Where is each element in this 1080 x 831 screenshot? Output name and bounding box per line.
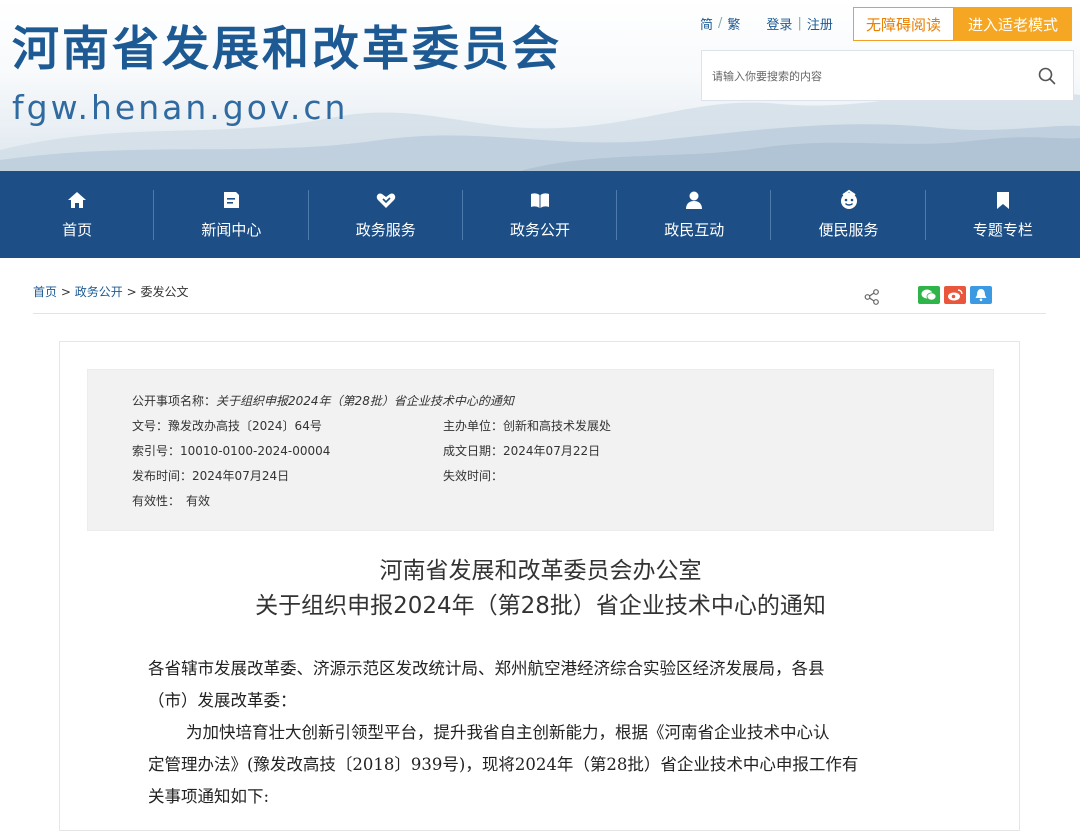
nav-label-convenience: 便民服务 [818,221,879,239]
nav-item-home[interactable]: 首页 [0,171,155,258]
meta-host-unit-value: 创新和高技术发展处 [503,419,612,433]
service-icon [840,189,857,209]
meta-label: 有效性： [132,494,181,508]
body-line: 各省辖市发展改革委、济源示范区发改统计局、郑州航空港经济综合实验区经济发展局，各… [148,659,825,678]
accessible-reading-button[interactable]: 无障碍阅读 [853,7,954,41]
home-icon [68,192,87,208]
meta-label: 索引号： [132,444,181,458]
bookmark-icon [996,192,1009,209]
meta-label: 文号： [132,419,169,433]
meta-label: 发布时间： [132,469,193,483]
body-line: 为加快培育壮大创新引领型平台，提升我省自主创新能力，根据《河南省企业技术中心认 [186,723,830,742]
meta-item-name-value: 关于组织申报2024年（第28批）省企业技术中心的通知 [216,394,514,408]
meta-index-no-value: 10010-0100-2024-00004 [180,444,331,458]
search-input[interactable] [712,65,1012,87]
meta-index-no: 索引号：10010-0100-2024-00004 [132,442,330,459]
nav-item-news[interactable]: 新闻中心 [154,171,309,258]
nav-label-gov-service: 政务服务 [355,221,416,239]
social-share-group [918,286,992,304]
share-icon[interactable] [863,288,881,306]
meta-label: 主办单位： [443,419,504,433]
meta-host-unit: 主办单位：创新和高技术发展处 [443,417,611,434]
meta-date-written: 成文日期：2024年07月22日 [443,442,600,459]
breadcrumb-separator: > [126,285,137,299]
nav-label-gov-open: 政务公开 [509,221,570,239]
nav-label-home: 首页 [62,221,93,239]
nav-item-gov-service[interactable]: 政务服务 [309,171,463,258]
qzone-icon[interactable] [970,286,992,304]
lang-simplified-link[interactable]: 简 [700,14,713,33]
breadcrumb-current: 委发公文 [140,285,189,299]
lang-separator: / [718,16,723,31]
meta-doc-no: 文号：豫发改办高技〔2024〕64号 [132,417,322,434]
body-line: 关事项通知如下: [148,787,270,806]
meta-validity: 有效性： 有效 [132,492,210,509]
nav-item-interaction[interactable]: 政民互动 [617,171,772,258]
elder-mode-button[interactable]: 进入适老模式 [954,7,1072,41]
meta-expire-time: 失效时间： [443,467,503,484]
meta-label: 成文日期： [443,444,504,458]
meta-doc-no-value: 豫发改办高技〔2024〕64号 [168,419,322,433]
doc-title-line-1: 河南省发展和改革委员会办公室 [379,558,702,584]
auth-separator: | [797,16,802,31]
handshake-icon [376,193,395,208]
main-nav: 首页 新闻中心 政务服务 政务公开 政民互动 便民服务 专题专栏 [0,171,1080,258]
nav-label-special: 专题专栏 [972,221,1033,239]
doc-metadata-panel: 公开事项名称：关于组织申报2024年（第28批）省企业技术中心的通知 文号：豫发… [87,369,994,531]
doc-title-line-2: 关于组织申报2024年（第28批）省企业技术中心的通知 [255,593,826,619]
meta-label: 失效时间： [443,469,504,483]
body-line: （市）发展改革委： [148,691,297,710]
breadcrumb-gov-open[interactable]: 政务公开 [75,285,123,299]
login-link[interactable]: 登录 [766,14,792,33]
site-title: 河南省发展和改革委员会 [12,22,562,77]
meta-publish-time: 发布时间：2024年07月24日 [132,467,289,484]
doc-body: 各省辖市发展改革委、济源示范区发改统计局、郑州航空港经济综合实验区经济发展局，各… [148,653,938,813]
search-icon[interactable] [1037,66,1057,86]
people-icon [686,191,703,209]
site-domain: fgw.henan.gov.cn [12,88,349,127]
meta-label: 公开事项名称： [132,394,217,408]
nav-item-special[interactable]: 专题专栏 [926,171,1080,258]
body-line: 定管理办法》(豫发改高技〔2018〕939号)，现将2024年（第28批）省企业… [148,755,859,774]
lang-traditional-link[interactable]: 繁 [727,14,740,33]
top-links: 简 / 繁 登录 | 注册 [700,14,833,33]
search-box [701,50,1074,101]
wechat-icon[interactable] [918,286,940,304]
meta-publish-time-value: 2024年07月24日 [192,469,290,483]
breadcrumb-bar: 首页 > 政务公开 > 委发公文 [33,283,1046,314]
article-card: 公开事项名称：关于组织申报2024年（第28批）省企业技术中心的通知 文号：豫发… [59,341,1020,831]
breadcrumb-home[interactable]: 首页 [33,285,57,299]
nav-item-convenience[interactable]: 便民服务 [771,171,926,258]
meta-date-written-value: 2024年07月22日 [503,444,601,458]
meta-item-name: 公开事项名称：关于组织申报2024年（第28批）省企业技术中心的通知 [132,392,514,409]
nav-item-gov-open[interactable]: 政务公开 [463,171,618,258]
weibo-icon[interactable] [944,286,966,304]
news-icon [224,192,240,208]
breadcrumb-separator: > [60,285,71,299]
nav-label-news: 新闻中心 [201,221,262,239]
register-link[interactable]: 注册 [807,14,833,33]
breadcrumb: 首页 > 政务公开 > 委发公文 [33,283,188,300]
book-icon [530,193,549,208]
site-header: 河南省发展和改革委员会 fgw.henan.gov.cn 简 / 繁 登录 | … [0,0,1080,171]
nav-label-interaction: 政民互动 [664,221,725,239]
meta-validity-value: 有效 [186,494,211,508]
